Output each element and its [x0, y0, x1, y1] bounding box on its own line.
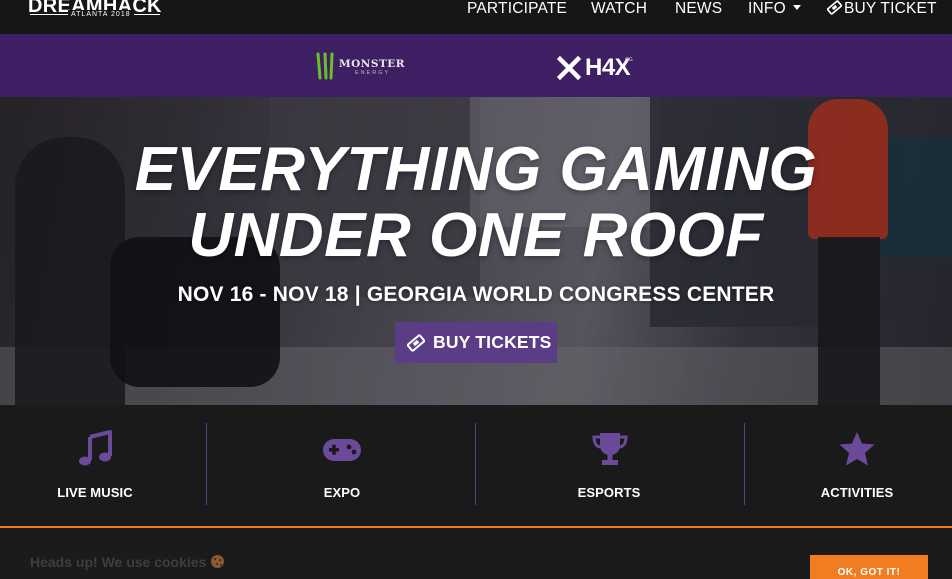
- nav-news-label: NEWS: [675, 0, 723, 17]
- music-note-icon: [79, 430, 112, 466]
- trophy-icon: [592, 433, 628, 465]
- hero-banner: EVERYTHING GAMING UNDER ONE ROOF NOV 16 …: [0, 97, 952, 405]
- nav-participate[interactable]: PARTICIPATE: [467, 0, 567, 18]
- feature-expo-label: EXPO: [323, 485, 361, 500]
- h4x-superscript: GG: [625, 57, 633, 63]
- dreamhack-logo[interactable]: DREAMHACK ATLANTA 2018: [28, 0, 162, 22]
- monster-claw-icon: [316, 52, 334, 80]
- h4x-cross-icon: [557, 56, 581, 80]
- sponsor-bar: MONSTER ENERGY H4X GG: [0, 34, 952, 97]
- buy-tickets-label: BUY TICKETS: [433, 332, 552, 352]
- cookie-consent-bar: Heads up! We use cookies OK, GOT IT!: [0, 528, 952, 579]
- cookie-notice: Heads up! We use cookies: [30, 554, 225, 570]
- feature-live-music[interactable]: LIVE MUSIC: [0, 405, 190, 526]
- feature-activities-label: ACTIVITIES: [820, 485, 894, 500]
- h4x-logo[interactable]: H4X GG: [557, 54, 637, 82]
- nav-participate-label: PARTICIPATE: [467, 0, 568, 17]
- nav-watch-label: WATCH: [591, 0, 648, 17]
- accept-cookies-label: OK, GOT IT!: [837, 567, 901, 578]
- nav-buy-ticket-label: BUY TICKET: [844, 0, 937, 17]
- monster-energy-logo[interactable]: MONSTER ENERGY: [315, 52, 405, 82]
- ticket-icon: [827, 0, 842, 15]
- nav-info-dropdown[interactable]: INFO: [748, 0, 801, 18]
- feature-expo[interactable]: EXPO: [247, 405, 437, 526]
- monster-subtitle: ENERGY: [355, 70, 391, 76]
- feature-esports[interactable]: ESPORTS: [514, 405, 704, 526]
- feature-divider: [475, 423, 476, 505]
- top-navigation: DREAMHACK ATLANTA 2018 PARTICIPATE WATCH…: [0, 0, 952, 34]
- feature-live-music-label: LIVE MUSIC: [57, 485, 133, 500]
- nav-buy-ticket[interactable]: BUY TICKET: [827, 0, 937, 18]
- event-dates-venue: NOV 16 - NOV 18 | GEORGIA WORLD CONGRESS…: [177, 283, 775, 306]
- hero-title-line-1: EVERYTHING GAMING: [134, 135, 818, 204]
- star-icon: [839, 432, 875, 466]
- nav-info-label: INFO: [748, 0, 786, 17]
- cookie-icon: [211, 555, 225, 568]
- buy-tickets-button[interactable]: BUY TICKETS: [395, 322, 557, 363]
- features-row: LIVE MUSIC EXPO ESPORTS ACTIVITIES: [0, 405, 952, 526]
- gamepad-icon: [323, 439, 361, 461]
- feature-divider: [744, 423, 745, 505]
- ticket-icon: [407, 334, 425, 352]
- hero-title-line-2: UNDER ONE ROOF: [188, 201, 764, 270]
- caret-down-icon: [792, 5, 801, 10]
- logo-subtitle: ATLANTA 2018: [68, 10, 134, 19]
- nav-news[interactable]: NEWS: [675, 0, 722, 18]
- cookie-notice-text: Heads up! We use cookies: [30, 554, 207, 570]
- nav-watch[interactable]: WATCH: [591, 0, 647, 18]
- monster-wordmark: MONSTER: [339, 58, 405, 70]
- feature-esports-label: ESPORTS: [577, 485, 641, 500]
- feature-activities[interactable]: ACTIVITIES: [762, 405, 952, 526]
- accept-cookies-button[interactable]: OK, GOT IT!: [810, 555, 928, 579]
- h4x-wordmark: H4X: [585, 54, 631, 81]
- feature-divider: [206, 423, 207, 505]
